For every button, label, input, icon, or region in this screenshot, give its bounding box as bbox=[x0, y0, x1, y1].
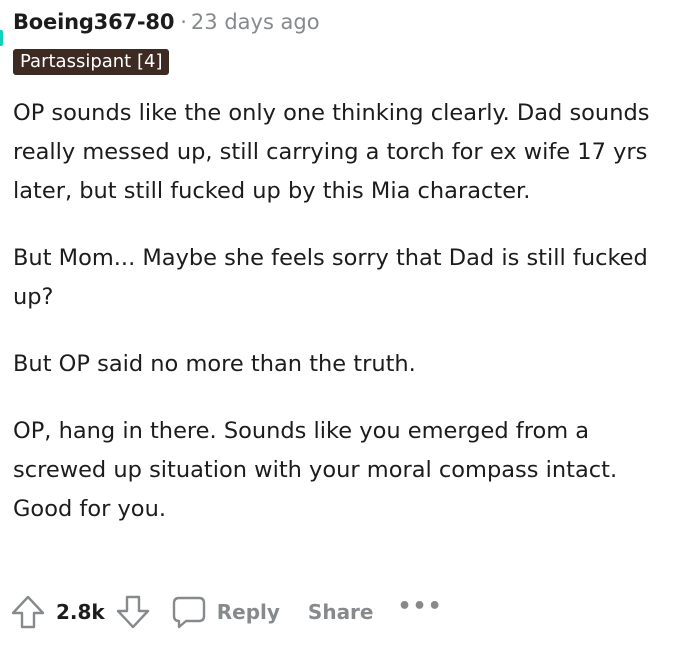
user-flair: Partassipant [4] bbox=[13, 49, 170, 75]
speech-bubble-icon bbox=[171, 594, 207, 630]
reply-label: Reply bbox=[216, 600, 280, 624]
comment-actions: 2.8k Reply Share ••• bbox=[10, 592, 443, 632]
comment-paragraph: OP sounds like the only one thinking cle… bbox=[13, 100, 650, 204]
vote-score: 2.8k bbox=[56, 600, 105, 624]
comment-paragraph: OP, hang in there. Sounds like you emerg… bbox=[13, 418, 618, 522]
share-button[interactable]: Share bbox=[308, 600, 374, 624]
downvote-arrow-icon[interactable] bbox=[115, 594, 151, 630]
reply-button[interactable]: Reply bbox=[171, 594, 280, 630]
comment-paragraph: But Mom... Maybe she feels sorry that Da… bbox=[13, 245, 648, 310]
upvote-arrow-icon[interactable] bbox=[10, 594, 46, 630]
meta-separator: · bbox=[180, 10, 187, 34]
comment-paragraph: But OP said no more than the truth. bbox=[13, 351, 416, 377]
comment-body: OP sounds like the only one thinking cle… bbox=[13, 94, 683, 557]
comment-meta: Boeing367-80 · 23 days ago bbox=[13, 8, 320, 36]
comment-timestamp: 23 days ago bbox=[190, 10, 320, 34]
more-options-icon[interactable]: ••• bbox=[398, 594, 443, 619]
comment-author[interactable]: Boeing367-80 bbox=[13, 10, 174, 34]
thread-line[interactable] bbox=[0, 30, 3, 46]
